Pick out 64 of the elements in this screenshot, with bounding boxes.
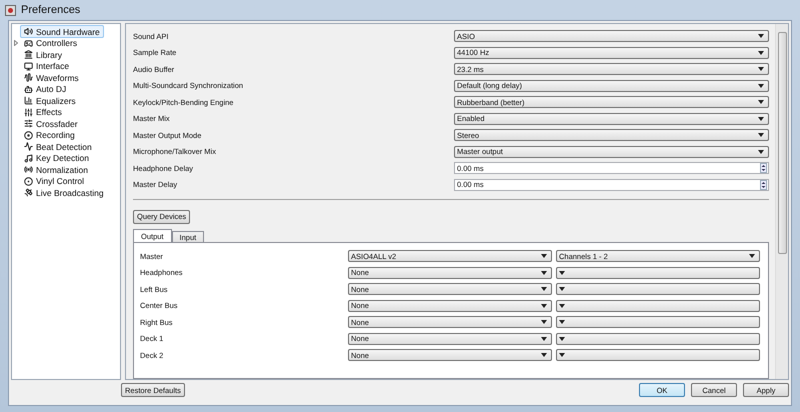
monitor-icon bbox=[24, 62, 33, 71]
dropdown-arrow-icon bbox=[559, 270, 565, 275]
dropdown-arrow-icon bbox=[758, 150, 764, 154]
dropdown-arrow-icon bbox=[541, 287, 547, 292]
spin-arrows-icon[interactable] bbox=[760, 163, 767, 174]
speaker-icon bbox=[24, 27, 33, 36]
music-note-icon bbox=[24, 154, 33, 163]
channel-dropdown[interactable] bbox=[556, 266, 760, 279]
window-title: Preferences bbox=[21, 4, 80, 16]
channel-dropdown[interactable] bbox=[556, 300, 760, 312]
dropdown-arrow-icon bbox=[541, 254, 547, 258]
sidebar-item[interactable]: Crossfader bbox=[20, 117, 82, 130]
dropdown-arrow-icon bbox=[758, 67, 764, 72]
scrollbar[interactable] bbox=[775, 24, 788, 379]
dropdown-arrow-icon bbox=[758, 34, 764, 38]
dropdown-arrow-icon bbox=[541, 353, 547, 358]
sidebar-item[interactable]: Controllers bbox=[20, 36, 82, 50]
dropdown-arrow-icon bbox=[559, 336, 565, 341]
dropdown-arrow-icon bbox=[541, 320, 547, 324]
spin-arrows-icon[interactable] bbox=[760, 180, 767, 190]
dropdown-arrow-icon bbox=[758, 50, 764, 55]
dropdown-arrow-icon bbox=[758, 100, 764, 104]
sidebar-item[interactable]: Key Detection bbox=[20, 152, 93, 165]
radio-waves-icon bbox=[24, 165, 33, 174]
bar-chart-icon bbox=[24, 96, 33, 106]
sidebar-item[interactable]: Auto DJ bbox=[20, 82, 70, 96]
dropdown-arrow-icon bbox=[749, 254, 755, 258]
sidebar-item[interactable]: Interface bbox=[20, 60, 74, 73]
sidebar-item[interactable]: Recording bbox=[20, 128, 79, 142]
dropdown-arrow-icon bbox=[541, 270, 547, 275]
gamepad-icon bbox=[24, 38, 33, 48]
sliders-icon bbox=[24, 119, 33, 128]
record-icon bbox=[24, 176, 33, 186]
dropdown-arrow-icon bbox=[559, 304, 565, 308]
channel-dropdown[interactable] bbox=[556, 349, 760, 362]
robot-icon bbox=[24, 84, 33, 94]
satellite-icon bbox=[24, 188, 33, 198]
sidebar-item[interactable]: Library bbox=[20, 48, 66, 62]
building-icon bbox=[24, 50, 33, 60]
dropdown-arrow-icon bbox=[758, 84, 764, 88]
sidebar-item[interactable]: Waveforms bbox=[20, 71, 83, 84]
channel-dropdown[interactable] bbox=[556, 283, 760, 296]
dropdown-arrow-icon bbox=[758, 116, 764, 121]
app-icon bbox=[5, 4, 16, 16]
sidebar-item[interactable]: Sound Hardware bbox=[20, 25, 104, 38]
sliders-icon bbox=[24, 108, 33, 117]
dropdown-arrow-icon bbox=[559, 353, 565, 358]
sidebar-item[interactable]: Beat Detection bbox=[20, 140, 96, 154]
sidebar-item[interactable]: Live Broadcasting bbox=[20, 186, 108, 200]
sidebar-item[interactable]: Vinyl Control bbox=[20, 174, 88, 188]
sidebar-item[interactable]: Equalizers bbox=[20, 94, 80, 108]
dropdown-arrow-icon bbox=[559, 287, 565, 292]
disc-icon bbox=[24, 130, 33, 140]
waveform-icon bbox=[24, 73, 33, 82]
dropdown-arrow-icon bbox=[541, 304, 547, 308]
pulse-icon bbox=[24, 142, 33, 152]
dropdown-arrow-icon bbox=[758, 133, 764, 138]
sidebar-item[interactable]: Effects bbox=[20, 106, 66, 119]
dropdown-arrow-icon bbox=[559, 320, 565, 324]
dropdown-arrow-icon bbox=[541, 336, 547, 341]
expand-arrow-icon[interactable] bbox=[14, 40, 18, 46]
channel-dropdown[interactable] bbox=[556, 316, 760, 328]
sidebar-item[interactable]: Normalization bbox=[20, 163, 92, 176]
channel-dropdown[interactable] bbox=[556, 332, 760, 345]
